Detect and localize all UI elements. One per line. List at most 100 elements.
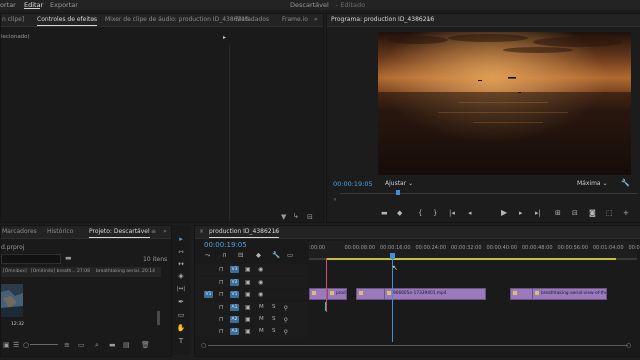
list-view-icon[interactable]: ☰ <box>13 341 19 349</box>
tab-source[interactable]: n clipe] <box>2 16 24 23</box>
source-patch-button[interactable]: V1 <box>204 291 213 298</box>
audio-track-target-button[interactable]: A3 <box>230 328 239 335</box>
solo-button[interactable]: S <box>272 303 276 312</box>
folder-icon[interactable]: ▬ <box>65 254 72 262</box>
sync-lock-icon[interactable]: ▣ <box>245 327 251 336</box>
settings-wrench-icon[interactable]: 🔧 <box>272 251 280 259</box>
eye-icon[interactable]: ◉ <box>258 278 263 287</box>
tab-metadata[interactable]: Metadados <box>236 16 269 23</box>
export-frame-icon[interactable]: ↳ <box>293 212 299 220</box>
slip-tool-icon[interactable]: |↔| <box>175 284 187 295</box>
insert-icon[interactable]: ▬ <box>381 209 388 218</box>
program-timecode[interactable]: 00:00:19:05 <box>333 180 373 188</box>
video-track-header[interactable] <box>196 264 308 275</box>
timeline-timecode[interactable]: 00:00:19:05 <box>204 241 247 249</box>
mute-button[interactable]: M <box>259 315 264 324</box>
audio-track-target-button[interactable]: A2 <box>230 316 239 323</box>
add-marker-icon[interactable]: ⊟ <box>238 251 243 259</box>
program-video-frame[interactable] <box>378 32 631 175</box>
filter-icon[interactable]: ▼ <box>281 213 286 221</box>
microphone-icon[interactable]: ǫ <box>284 303 288 312</box>
audio-track-header[interactable] <box>196 314 308 325</box>
rectangle-tool-icon[interactable]: ▭ <box>175 310 187 321</box>
marker-tl-icon[interactable]: ◆ <box>256 251 261 259</box>
track-lock-icon[interactable]: ⊓ <box>219 315 224 324</box>
new-bin-icon[interactable]: ▬ <box>109 341 116 349</box>
sync-lock-icon[interactable]: ▣ <box>245 265 251 274</box>
effect-controls-play-icon[interactable]: ▸ <box>223 34 226 41</box>
project-panel-expand-icon[interactable]: » <box>163 228 167 235</box>
menu-item-import[interactable]: ortar <box>0 1 16 9</box>
effect-menu-icon[interactable]: ⊟ <box>307 213 313 221</box>
timeline-clip[interactable]: breathtaking-aerial-view-of-the <box>532 288 607 300</box>
track-lock-icon[interactable]: ⊓ <box>219 303 224 312</box>
audio-track-header[interactable] <box>196 326 308 337</box>
automate-icon[interactable]: ▭ <box>78 341 85 349</box>
tab-project[interactable]: Projeto: Descartável <box>89 228 150 238</box>
program-in-marker-icon[interactable]: ◦ <box>333 196 337 204</box>
video-track-header[interactable] <box>196 277 308 288</box>
eye-icon[interactable]: ◉ <box>258 290 263 299</box>
solo-button[interactable]: S <box>272 327 276 336</box>
go-to-in-icon[interactable]: |◂ <box>449 209 455 218</box>
extract-icon[interactable]: ⊟ <box>572 209 578 218</box>
project-search-input[interactable] <box>1 254 61 264</box>
track-lock-icon[interactable]: ⊓ <box>219 327 224 336</box>
timeline-close-icon[interactable]: × <box>199 228 204 235</box>
quality-dropdown[interactable]: Máxima ⌄ <box>577 180 608 187</box>
pen-tool-icon[interactable]: ✒ <box>175 297 187 308</box>
snap-icon[interactable]: ⤳ <box>205 251 210 260</box>
microphone-icon[interactable]: ǫ <box>284 327 288 336</box>
captions-icon[interactable]: ▭ <box>287 251 293 259</box>
in-point-marker[interactable] <box>326 258 327 312</box>
program-mini-timeline[interactable] <box>340 193 637 194</box>
button-editor-icon[interactable]: + <box>623 209 629 218</box>
menu-item-export[interactable]: Exportar <box>50 1 78 9</box>
lock-icon[interactable]: ▣ <box>3 341 10 349</box>
program-monitor-title[interactable]: Programa: production ID_4386216 <box>331 16 434 23</box>
track-target-button[interactable]: V1 <box>230 291 239 298</box>
ripple-edit-tool-icon[interactable]: ↔ <box>175 259 187 270</box>
sort-icon[interactable]: ≡ <box>64 341 70 349</box>
sync-lock-icon[interactable]: ▣ <box>245 290 251 299</box>
track-target-button[interactable]: V2 <box>230 279 239 286</box>
linked-selection-icon[interactable]: ∩ <box>222 251 227 259</box>
sync-lock-icon[interactable]: ▣ <box>245 278 251 287</box>
timeline-sequence-tab[interactable]: production ID_4386216 <box>209 228 280 238</box>
project-scrollbar[interactable] <box>157 311 160 325</box>
step-forward-icon[interactable]: ▸ <box>519 209 523 218</box>
track-lock-icon[interactable]: ⊓ <box>219 278 224 287</box>
tab-markers[interactable]: Marcadores <box>2 228 37 235</box>
fit-dropdown[interactable]: Ajustar ⌄ <box>385 180 413 187</box>
sync-lock-icon[interactable]: ▣ <box>245 315 251 324</box>
track-lock-icon[interactable]: ⊓ <box>219 290 224 299</box>
play-icon[interactable]: ▶ <box>501 208 507 217</box>
timeline-menu-icon[interactable]: ≡ <box>274 228 279 235</box>
find-icon[interactable]: ⌕ <box>95 341 99 350</box>
comparison-icon[interactable]: ⬚ <box>606 209 613 218</box>
mute-button[interactable]: M <box>259 303 264 312</box>
microphone-icon[interactable]: ǫ <box>284 315 288 324</box>
mark-out-icon[interactable]: } <box>433 209 437 218</box>
tab-effect-controls[interactable]: Controles de efeitos <box>37 16 98 26</box>
timeline-scroll-left-handle[interactable]: ○ <box>201 342 206 349</box>
tab-history[interactable]: Histórico <box>47 228 73 235</box>
track-lock-icon[interactable]: ⊓ <box>219 265 224 274</box>
sync-lock-icon[interactable]: ▣ <box>245 303 251 312</box>
timeline-clip[interactable]: 906605e-17339401.mp4 <box>384 288 486 300</box>
effect-controls-menu-icon[interactable]: ≡ <box>90 16 95 23</box>
tab-audio-clip-mixer[interactable]: Mixer de clipe de áudio: production ID_4… <box>105 16 249 23</box>
timeline-clip[interactable] <box>356 288 386 300</box>
eye-icon[interactable]: ◉ <box>258 265 263 274</box>
trash-icon[interactable]: 🗑 <box>141 341 150 349</box>
new-item-icon[interactable]: ▤ <box>123 341 130 349</box>
timeline-scrollbar[interactable] <box>208 345 628 346</box>
step-back-icon[interactable]: ◂ <box>468 209 472 218</box>
timeline-clip[interactable] <box>510 288 534 300</box>
mute-button[interactable]: M <box>259 327 264 336</box>
audio-track-target-button[interactable]: A1 <box>230 304 239 311</box>
project-thumbnail[interactable] <box>1 284 23 317</box>
camera-icon[interactable]: ◙ <box>589 209 596 218</box>
solo-button[interactable]: S <box>272 315 276 324</box>
lift-icon[interactable]: ⊞ <box>555 209 561 218</box>
